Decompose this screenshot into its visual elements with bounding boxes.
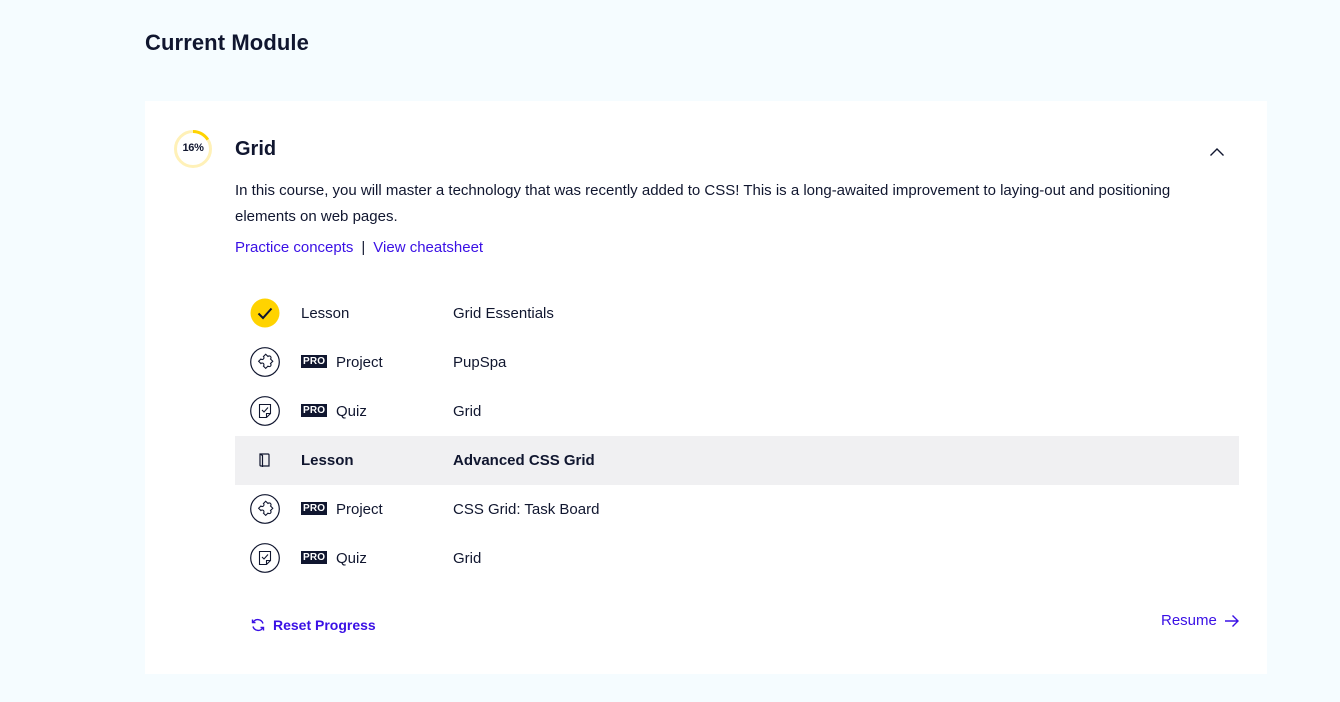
quiz-icon	[250, 396, 280, 426]
progress-ring: 16%	[173, 129, 213, 169]
resume-button[interactable]: Resume	[1161, 612, 1240, 629]
collapse-button[interactable]	[1207, 143, 1227, 161]
item-type: Lesson	[301, 452, 354, 469]
page-title: Current Module	[145, 30, 309, 55]
list-item-active[interactable]: Lesson Advanced CSS Grid	[235, 436, 1239, 485]
pro-badge: PRO	[301, 502, 328, 515]
item-name: PupSpa	[453, 354, 507, 371]
module-item-list: Lesson Grid Essentials PRO Project PupSp…	[235, 289, 1239, 583]
module-links: Practice concepts | View cheatsheet	[235, 239, 483, 256]
resume-label: Resume	[1161, 612, 1217, 629]
link-separator: |	[361, 239, 366, 256]
pro-badge: PRO	[301, 355, 328, 368]
refresh-icon	[251, 618, 265, 632]
list-item[interactable]: PRO Project PupSpa	[235, 338, 1239, 387]
item-name: CSS Grid: Task Board	[453, 501, 600, 518]
pro-badge: PRO	[301, 551, 328, 564]
check-icon	[250, 298, 280, 328]
module-card: 16% Grid In this course, you will master…	[145, 101, 1267, 674]
list-item[interactable]: PRO Quiz Grid	[235, 534, 1239, 583]
module-description: In this course, you will master a techno…	[235, 182, 1171, 225]
item-type: Lesson	[301, 305, 350, 322]
progress-percent: 16%	[182, 141, 204, 154]
list-item[interactable]: PRO Quiz Grid	[235, 387, 1239, 436]
item-type: Quiz	[336, 403, 367, 420]
quiz-icon	[250, 543, 280, 573]
practice-concepts-link[interactable]: Practice concepts	[235, 239, 353, 256]
puzzle-icon	[250, 347, 280, 377]
item-type: Project	[336, 501, 383, 518]
item-name: Grid	[453, 550, 482, 567]
item-name: Grid	[453, 403, 482, 420]
chevron-up-icon	[1210, 148, 1224, 156]
item-type: Quiz	[336, 550, 367, 567]
list-item[interactable]: Lesson Grid Essentials	[235, 289, 1239, 338]
reset-progress-button[interactable]: Reset Progress	[250, 617, 376, 633]
item-name: Advanced CSS Grid	[453, 452, 595, 469]
pro-badge: PRO	[301, 404, 328, 417]
arrow-right-icon	[1224, 614, 1239, 627]
view-cheatsheet-link[interactable]: View cheatsheet	[373, 239, 483, 256]
reset-progress-label: Reset Progress	[273, 617, 376, 633]
item-type: Project	[336, 354, 383, 371]
module-title: Grid	[235, 138, 277, 160]
list-item[interactable]: PRO Project CSS Grid: Task Board	[235, 485, 1239, 534]
puzzle-icon	[250, 494, 280, 524]
item-name: Grid Essentials	[453, 305, 554, 322]
book-icon	[250, 445, 280, 475]
